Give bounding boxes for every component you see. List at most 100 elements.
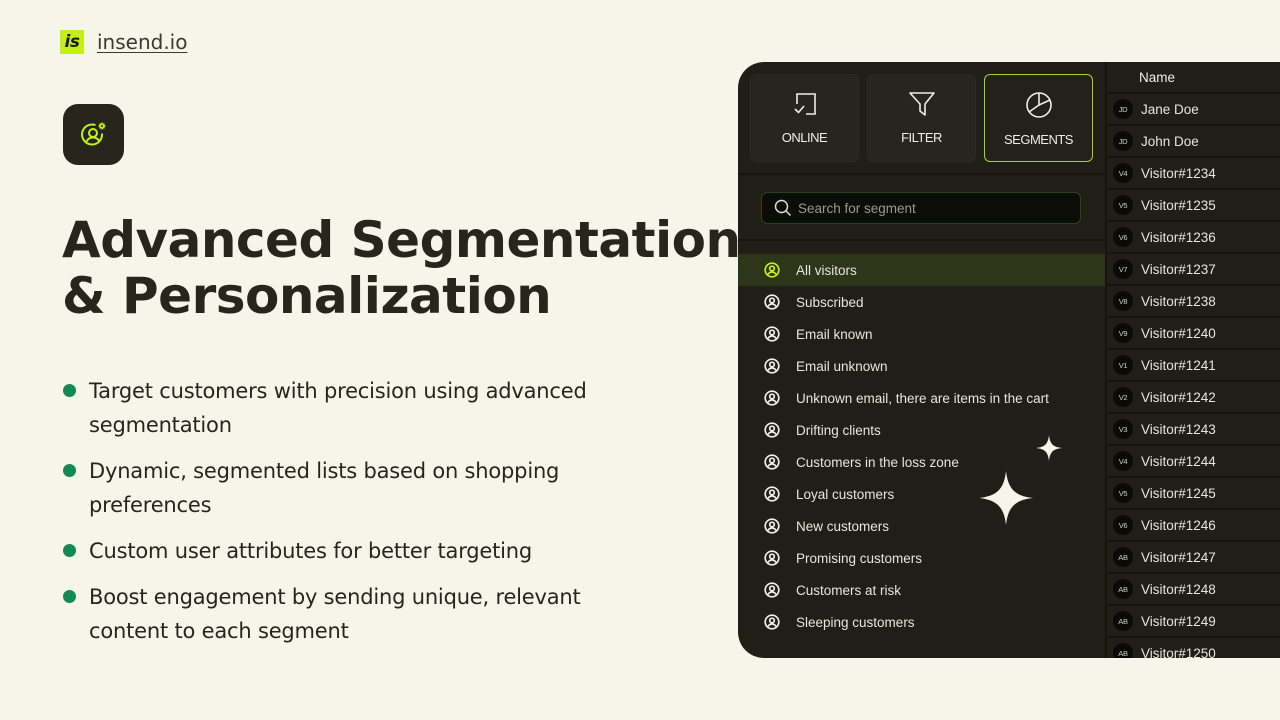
person-row[interactable]: AB Visitor#1247 xyxy=(1107,542,1280,574)
user-circle-icon xyxy=(764,262,780,278)
user-circle-icon xyxy=(764,454,780,470)
people-list: JD Jane Doe JD John Doe V4 Visitor#1234 V5 Visi… xyxy=(1107,94,1280,658)
avatar: V3 xyxy=(1113,419,1133,439)
person-name: Visitor#1235 xyxy=(1141,197,1216,213)
user-circle-icon xyxy=(764,358,780,374)
tab-online[interactable]: ONLINE xyxy=(750,74,859,162)
user-circle-icon xyxy=(764,294,780,310)
person-row[interactable]: V1 Visitor#1241 xyxy=(1107,350,1280,382)
name-column-header[interactable]: Name xyxy=(1107,62,1280,94)
person-name: Visitor#1236 xyxy=(1141,229,1216,245)
person-row[interactable]: V2 Visitor#1242 xyxy=(1107,382,1280,414)
person-row[interactable]: JD Jane Doe xyxy=(1107,94,1280,126)
segment-item[interactable]: Subscribed xyxy=(738,286,1105,318)
user-circle-icon xyxy=(764,614,780,630)
tab-label: FILTER xyxy=(901,130,942,145)
feature-item: Dynamic, segmented lists based on shoppi… xyxy=(62,454,622,522)
bullet-dot xyxy=(63,464,76,477)
feature-text: Custom user attributes for better target… xyxy=(89,539,533,563)
person-row[interactable]: V3 Visitor#1243 xyxy=(1107,414,1280,446)
person-row[interactable]: V4 Visitor#1244 xyxy=(1107,446,1280,478)
avatar: JD xyxy=(1113,99,1133,119)
segment-item[interactable]: All visitors xyxy=(738,254,1105,286)
segment-item[interactable]: Email known xyxy=(738,318,1105,350)
person-name: Visitor#1240 xyxy=(1141,325,1216,341)
person-name: Visitor#1237 xyxy=(1141,261,1216,277)
segment-label: New customers xyxy=(796,518,890,534)
segment-item[interactable]: New customers xyxy=(738,510,1105,542)
people-column: Name JD Jane Doe JD John Doe V4 Visitor#1234 V… xyxy=(1105,62,1280,658)
user-circle-icon xyxy=(764,326,780,342)
feature-item: Boost engagement by sending unique, rele… xyxy=(62,580,622,648)
bullet-dot xyxy=(63,590,76,603)
avatar: V2 xyxy=(1113,387,1133,407)
chat-check-icon xyxy=(793,93,816,115)
divider xyxy=(738,239,1105,241)
avatar: V7 xyxy=(1113,259,1133,279)
bullet-dot xyxy=(63,544,76,557)
avatar: AB xyxy=(1113,611,1133,631)
search-icon xyxy=(774,199,792,217)
segment-item[interactable]: Promising customers xyxy=(738,542,1105,574)
person-row[interactable]: V7 Visitor#1237 xyxy=(1107,254,1280,286)
person-row[interactable]: V9 Visitor#1240 xyxy=(1107,318,1280,350)
user-settings-icon xyxy=(80,122,105,145)
avatar: AB xyxy=(1113,579,1133,599)
person-name: Visitor#1234 xyxy=(1141,165,1216,181)
person-name: Visitor#1246 xyxy=(1141,517,1216,533)
avatar: V9 xyxy=(1113,323,1133,343)
person-name: Visitor#1248 xyxy=(1141,581,1216,597)
avatar: V8 xyxy=(1113,291,1133,311)
funnel-icon xyxy=(908,92,935,116)
person-row[interactable]: V5 Visitor#1245 xyxy=(1107,478,1280,510)
sparkle-small-icon xyxy=(1036,435,1062,461)
segment-item[interactable]: Sleeping customers xyxy=(738,606,1105,638)
brand[interactable]: is insend.io xyxy=(60,30,187,54)
avatar: V6 xyxy=(1113,515,1133,535)
user-circle-icon xyxy=(764,582,780,598)
segment-label: Unknown email, there are items in the ca… xyxy=(796,390,1049,406)
pie-chart-icon xyxy=(1025,92,1052,118)
person-row[interactable]: V6 Visitor#1246 xyxy=(1107,510,1280,542)
segment-search[interactable] xyxy=(761,192,1081,224)
segment-label: Drifting clients xyxy=(796,422,881,438)
segment-label: Promising customers xyxy=(796,550,923,566)
sparkle-large-icon xyxy=(979,471,1033,525)
tab-segments[interactable]: SEGMENTS xyxy=(984,74,1093,162)
avatar: V6 xyxy=(1113,227,1133,247)
segment-label: Email known xyxy=(796,326,873,342)
person-row[interactable]: JD John Doe xyxy=(1107,126,1280,158)
segment-item[interactable]: Loyal customers xyxy=(738,478,1105,510)
avatar: V4 xyxy=(1113,163,1133,183)
person-row[interactable]: AB Visitor#1248 xyxy=(1107,574,1280,606)
segment-item[interactable]: Unknown email, there are items in the ca… xyxy=(738,382,1105,414)
person-row[interactable]: V5 Visitor#1235 xyxy=(1107,190,1280,222)
tab-filter[interactable]: FILTER xyxy=(867,74,976,162)
user-circle-icon xyxy=(764,518,780,534)
person-row[interactable]: AB Visitor#1250 xyxy=(1107,638,1280,658)
feature-badge xyxy=(63,104,124,165)
avatar: V5 xyxy=(1113,195,1133,215)
headline-line-1: Advanced Segmentation xyxy=(62,211,741,269)
brand-logo: is xyxy=(60,30,84,54)
tab-label: SEGMENTS xyxy=(1004,132,1073,147)
person-row[interactable]: V6 Visitor#1236 xyxy=(1107,222,1280,254)
person-row[interactable]: V4 Visitor#1234 xyxy=(1107,158,1280,190)
person-name: Visitor#1250 xyxy=(1141,645,1216,659)
tab-label: ONLINE xyxy=(781,130,828,145)
user-circle-icon xyxy=(764,390,780,406)
avatar: V4 xyxy=(1113,451,1133,471)
segment-search-input[interactable] xyxy=(798,200,1078,216)
person-row[interactable]: AB Visitor#1249 xyxy=(1107,606,1280,638)
page-headline: Advanced Segmentation & Personalization xyxy=(62,212,741,324)
person-name: Visitor#1243 xyxy=(1141,421,1216,437)
avatar: V1 xyxy=(1113,355,1133,375)
person-row[interactable]: V8 Visitor#1238 xyxy=(1107,286,1280,318)
segment-item[interactable]: Email unknown xyxy=(738,350,1105,382)
segment-item[interactable]: Customers at risk xyxy=(738,574,1105,606)
brand-name-link[interactable]: insend.io xyxy=(97,30,187,54)
person-name: Jane Doe xyxy=(1141,101,1199,117)
person-name: Visitor#1242 xyxy=(1141,389,1216,405)
segment-label: Loyal customers xyxy=(796,486,895,502)
feature-text: Boost engagement by sending unique, rele… xyxy=(89,585,581,643)
